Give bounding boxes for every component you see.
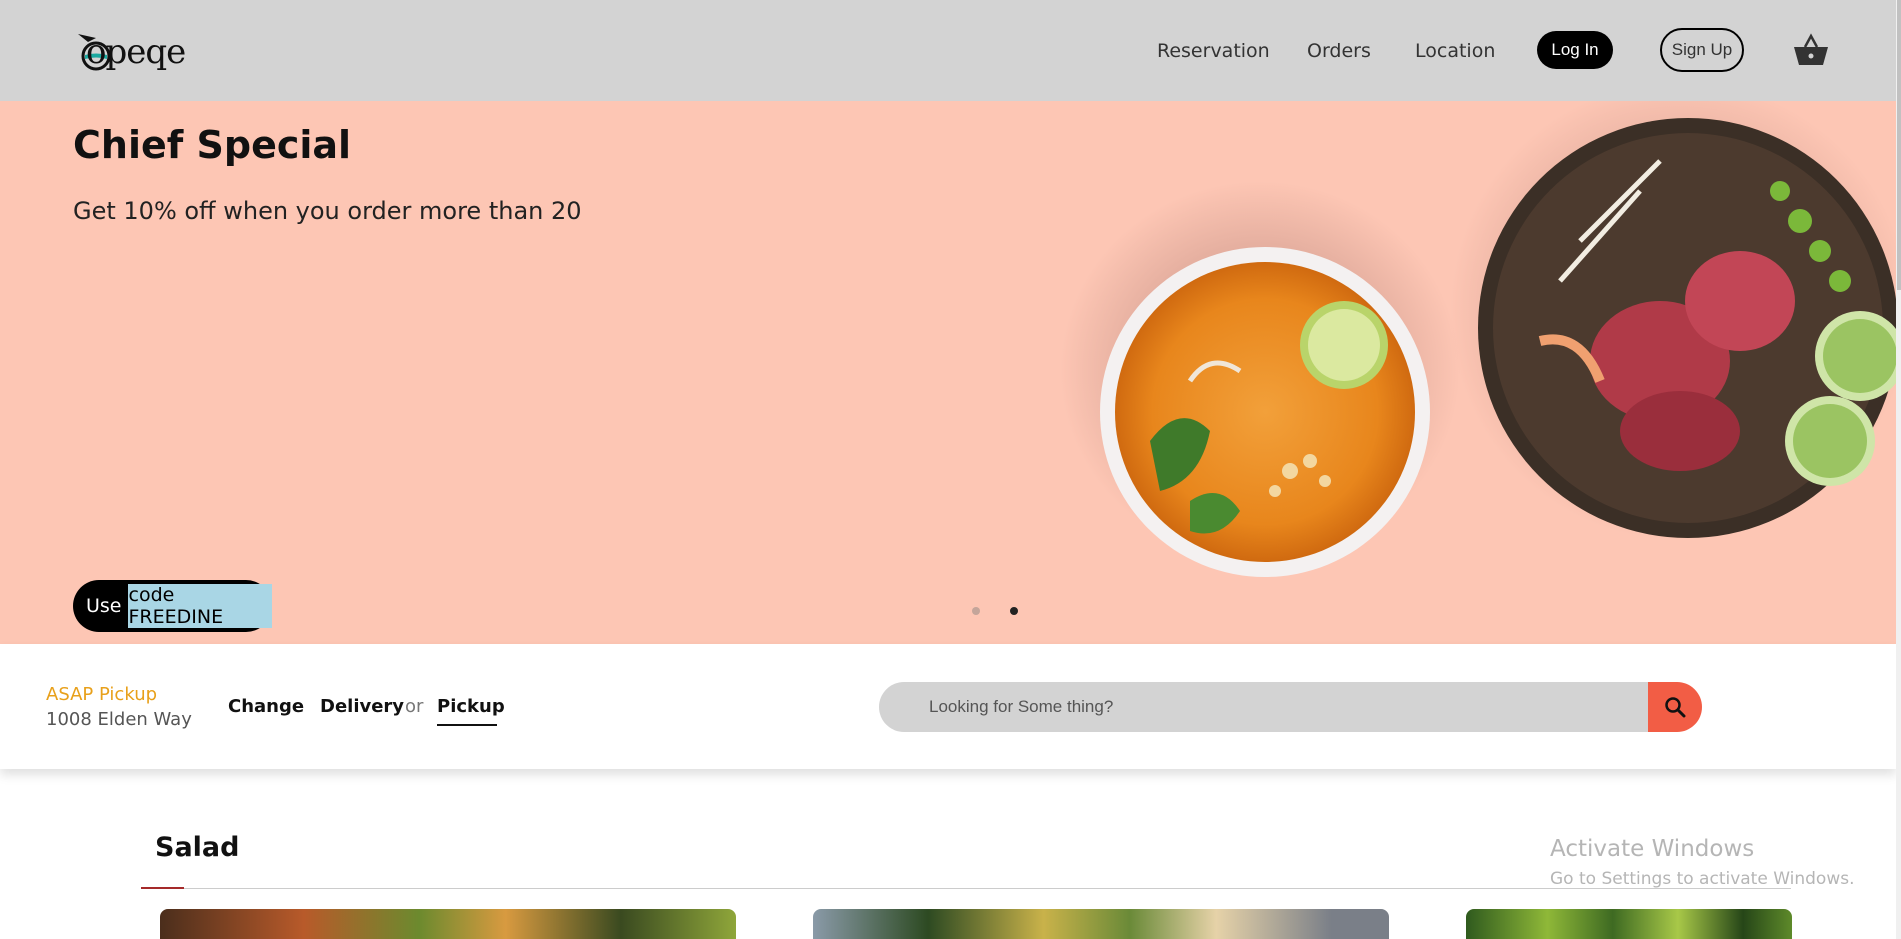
promo-code: code FREEDINE [127, 584, 272, 628]
selected-underline [437, 724, 497, 726]
pickup-address: 1008 Elden Way [46, 709, 192, 730]
promo-badge: Use code FREEDINE [73, 580, 272, 632]
hero-banner: Chief Special Get 10% off when you order… [0, 101, 1896, 644]
food-image [1060, 101, 1896, 577]
search-icon [1665, 697, 1686, 718]
delivery-option[interactable]: Delivery [320, 696, 404, 717]
menu-item-card[interactable] [813, 909, 1389, 939]
top-navbar: opeqe Reservation Orders Location Log In… [0, 0, 1896, 101]
order-options-bar: ASAP Pickup 1008 Elden Way Change Delive… [0, 644, 1896, 769]
pickup-option[interactable]: Pickup [437, 696, 505, 717]
signup-button[interactable]: Sign Up [1660, 28, 1744, 72]
scrollbar-thumb[interactable] [1897, 0, 1901, 290]
nav-reservation[interactable]: Reservation [1157, 40, 1270, 62]
cart-button[interactable] [1791, 33, 1831, 69]
section-accent [141, 887, 184, 889]
change-button[interactable]: Change [228, 696, 304, 717]
carousel-dot-2[interactable] [1010, 607, 1018, 615]
login-button[interactable]: Log In [1537, 31, 1613, 69]
windows-watermark-title: Activate Windows [1550, 836, 1755, 862]
page: opeqe Reservation Orders Location Log In… [0, 0, 1901, 939]
basket-icon [1794, 33, 1828, 65]
section-divider [141, 888, 1791, 889]
windows-watermark-subtitle: Go to Settings to activate Windows. [1550, 869, 1855, 889]
nav-location[interactable]: Location [1415, 40, 1495, 62]
section-title: Salad [155, 832, 240, 863]
menu-item-card[interactable] [1466, 909, 1792, 939]
pickup-time-label: ASAP Pickup [46, 684, 158, 705]
logo-text: opeqe [86, 32, 186, 72]
hero-title: Chief Special [73, 123, 352, 167]
carousel-dot-1[interactable] [972, 607, 980, 615]
hero-subtitle: Get 10% off when you order more than 20 [73, 197, 582, 225]
search-input[interactable] [879, 682, 1649, 732]
promo-prefix: Use [86, 595, 122, 617]
or-separator: or [405, 696, 424, 717]
logo[interactable]: opeqe [76, 28, 200, 74]
search-button[interactable] [1648, 682, 1702, 732]
nav-orders[interactable]: Orders [1307, 40, 1371, 62]
menu-item-card[interactable] [160, 909, 736, 939]
